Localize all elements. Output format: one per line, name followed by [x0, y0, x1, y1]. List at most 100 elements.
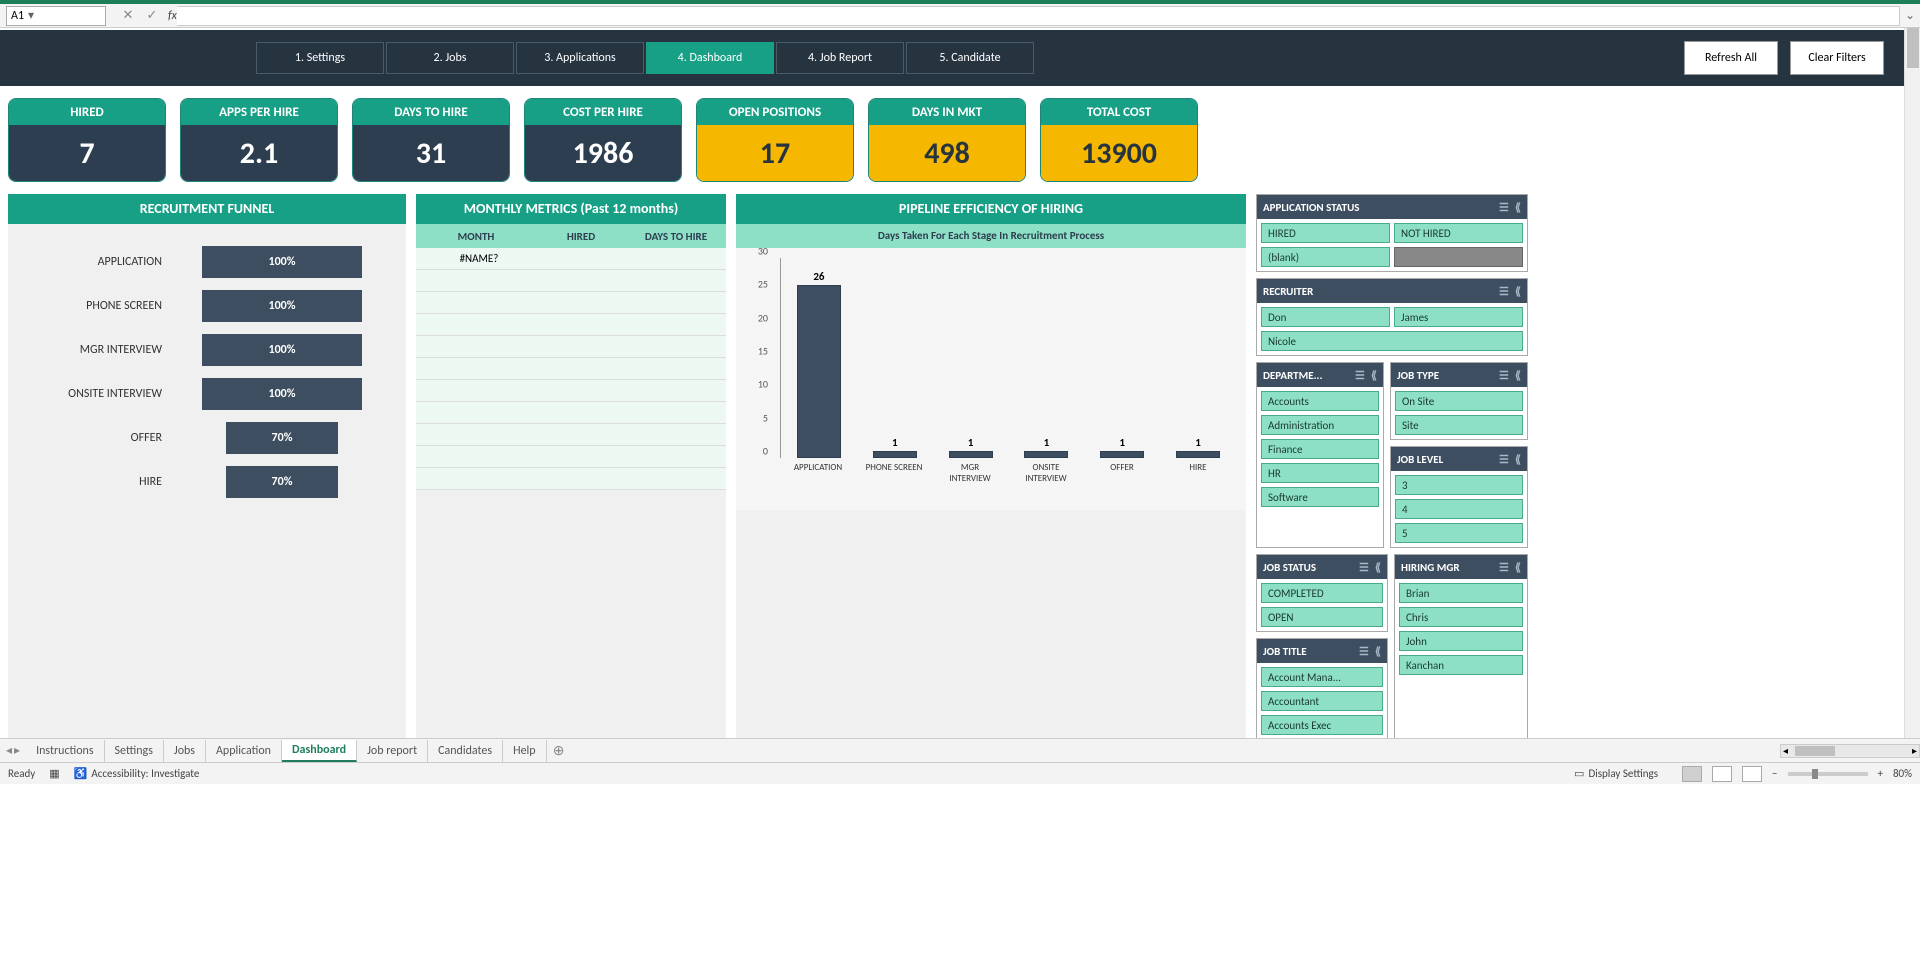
refresh-all-button[interactable]: Refresh All — [1684, 41, 1778, 75]
nav-tab[interactable]: 4. Dashboard — [646, 42, 774, 74]
slicer-clear-icon[interactable]: ⟪ — [1515, 369, 1521, 382]
chart-x-label: PHONE SCREEN — [864, 462, 924, 484]
slicer-item[interactable]: OPEN — [1261, 607, 1383, 627]
slicer-multiselect-icon[interactable]: ☰ — [1499, 285, 1509, 298]
cell-reference: A1 — [11, 9, 24, 23]
sheet-tab[interactable]: Job report — [357, 740, 428, 762]
nav-tab[interactable]: 5. Candidate — [906, 42, 1034, 74]
fx-icon[interactable]: fx — [168, 9, 177, 23]
slicer-multiselect-icon[interactable]: ☰ — [1355, 369, 1365, 382]
slicer-item[interactable]: Accounts Exec — [1261, 715, 1383, 735]
slicer-clear-icon[interactable]: ⟪ — [1371, 369, 1377, 382]
slicer-item[interactable]: James — [1394, 307, 1523, 327]
accessibility-status[interactable]: ♿ Accessibility: Investigate — [74, 767, 200, 780]
slicer-item[interactable]: 3 — [1395, 475, 1523, 495]
slicer-clear-icon[interactable]: ⟪ — [1515, 285, 1521, 298]
scrollbar-thumb[interactable] — [1907, 28, 1919, 68]
slicer-item[interactable]: (blank) — [1261, 247, 1390, 267]
monthly-row — [416, 336, 726, 358]
slicer-multiselect-icon[interactable]: ☰ — [1499, 201, 1509, 214]
funnel-row: MGR INTERVIEW100% — [8, 328, 406, 372]
slicer-multiselect-icon[interactable]: ☰ — [1499, 369, 1509, 382]
slicer-job-level[interactable]: JOB LEVEL☰⟪ 345 — [1390, 446, 1528, 548]
accept-formula-icon[interactable]: ✓ — [140, 8, 164, 23]
slicer-item[interactable]: Nicole — [1261, 331, 1523, 351]
slicer-multiselect-icon[interactable]: ☰ — [1499, 453, 1509, 466]
slicer-item[interactable]: HIRED — [1261, 223, 1390, 243]
horizontal-scrollbar[interactable]: ◂ ▸ — [1780, 744, 1920, 758]
slicer-clear-icon[interactable]: ⟪ — [1515, 453, 1521, 466]
slicer-job-title[interactable]: JOB TITLE☰⟪ Account Mana...AccountantAcc… — [1256, 638, 1388, 738]
slicer-item[interactable]: Finance — [1261, 439, 1379, 459]
macro-record-icon[interactable]: ▦ — [49, 767, 59, 780]
accessibility-icon: ♿ — [74, 767, 88, 780]
slicer-multiselect-icon[interactable]: ☰ — [1359, 645, 1369, 658]
slicer-job-type[interactable]: JOB TYPE☰⟪ On SiteSite — [1390, 362, 1528, 440]
zoom-out-button[interactable]: − — [1772, 767, 1777, 780]
sheet-tab[interactable]: Settings — [105, 740, 164, 762]
slicer-item[interactable]: Accountant — [1261, 691, 1383, 711]
nav-tab[interactable]: 1. Settings — [256, 42, 384, 74]
slicer-recruiter[interactable]: RECRUITER☰⟪ DonJamesNicole — [1256, 278, 1528, 356]
nav-tab[interactable]: 4. Job Report — [776, 42, 904, 74]
slicer-item[interactable]: Account Mana... — [1261, 667, 1383, 687]
sheet-tab[interactable]: Instructions — [26, 740, 104, 762]
cancel-formula-icon[interactable]: ✕ — [116, 8, 140, 23]
sheet-tab[interactable]: Candidates — [428, 740, 503, 762]
nav-tab[interactable]: 2. Jobs — [386, 42, 514, 74]
slicer-item[interactable]: John — [1399, 631, 1523, 651]
slicer-item[interactable]: Accounts — [1261, 391, 1379, 411]
normal-view-button[interactable] — [1682, 766, 1702, 782]
pipeline-efficiency-panel: PIPELINE EFFICIENCY OF HIRING Days Taken… — [736, 194, 1246, 738]
slicer-item[interactable]: HR — [1261, 463, 1379, 483]
sheet-nav-arrows[interactable]: ◂▸ — [0, 743, 26, 758]
formula-expand-icon[interactable]: ⌄ — [1900, 8, 1920, 23]
slicer-job-status[interactable]: JOB STATUS☰⟪ COMPLETEDOPEN — [1256, 554, 1388, 632]
slicer-multiselect-icon[interactable]: ☰ — [1359, 561, 1369, 574]
page-layout-view-button[interactable] — [1712, 766, 1732, 782]
clear-filters-button[interactable]: Clear Filters — [1790, 41, 1884, 75]
page-break-view-button[interactable] — [1742, 766, 1762, 782]
funnel-stage-label: MGR INTERVIEW — [22, 343, 172, 357]
slicer-item[interactable]: NOT HIRED — [1394, 223, 1523, 243]
slicer-item[interactable]: On Site — [1395, 391, 1523, 411]
slicer-item[interactable]: Kanchan — [1399, 655, 1523, 675]
slicer-item[interactable]: COMPLETED — [1261, 583, 1383, 603]
slicer-item[interactable]: Software — [1261, 487, 1379, 507]
slicer-item[interactable]: Don — [1261, 307, 1390, 327]
name-box-dropdown-icon[interactable]: ▾ — [24, 8, 38, 23]
slicer-item[interactable]: 5 — [1395, 523, 1523, 543]
slicer-hiring-mgr[interactable]: HIRING MGR☰⟪ BrianChrisJohnKanchan — [1394, 554, 1528, 738]
slicer-application-status[interactable]: APPLICATION STATUS☰⟪ HIREDNOT HIRED(blan… — [1256, 194, 1528, 272]
slicer-item[interactable]: Chris — [1399, 607, 1523, 627]
vertical-scrollbar[interactable] — [1904, 28, 1920, 738]
slicer-item[interactable] — [1394, 247, 1523, 267]
sheet-tab[interactable]: Jobs — [164, 740, 206, 762]
slicer-item[interactable]: Administration — [1261, 415, 1379, 435]
zoom-level[interactable]: 80% — [1893, 767, 1912, 780]
kpi-card: DAYS IN MKT498 — [868, 98, 1026, 182]
display-settings[interactable]: ▭ Display Settings — [1574, 767, 1658, 780]
name-box[interactable]: A1 ▾ — [6, 6, 106, 26]
slicer-clear-icon[interactable]: ⟪ — [1515, 561, 1521, 574]
slicer-clear-icon[interactable]: ⟪ — [1375, 645, 1381, 658]
slicer-multiselect-icon[interactable]: ☰ — [1499, 561, 1509, 574]
slicer-item[interactable]: Brian — [1399, 583, 1523, 603]
sheet-tab[interactable]: Dashboard — [282, 740, 357, 762]
zoom-in-button[interactable]: + — [1878, 767, 1883, 780]
slicer-clear-icon[interactable]: ⟪ — [1375, 561, 1381, 574]
chart-x-label: MGR INTERVIEW — [940, 462, 1000, 484]
slicer-item[interactable]: Site — [1395, 415, 1523, 435]
formula-input[interactable] — [177, 6, 1900, 26]
zoom-slider[interactable] — [1788, 772, 1868, 776]
sheet-tab[interactable]: Application — [206, 740, 282, 762]
nav-tab[interactable]: 3. Applications — [516, 42, 644, 74]
add-sheet-button[interactable]: ⊕ — [547, 742, 571, 759]
kpi-value: 498 — [869, 125, 1025, 181]
slicer-clear-icon[interactable]: ⟪ — [1515, 201, 1521, 214]
sheet-tab[interactable]: Help — [503, 740, 547, 762]
slicer-item[interactable]: 4 — [1395, 499, 1523, 519]
scrollbar-thumb[interactable] — [1795, 746, 1835, 756]
slicer-department[interactable]: DEPARTME...☰⟪ AccountsAdministrationFina… — [1256, 362, 1384, 548]
funnel-stage-label: APPLICATION — [22, 255, 172, 269]
